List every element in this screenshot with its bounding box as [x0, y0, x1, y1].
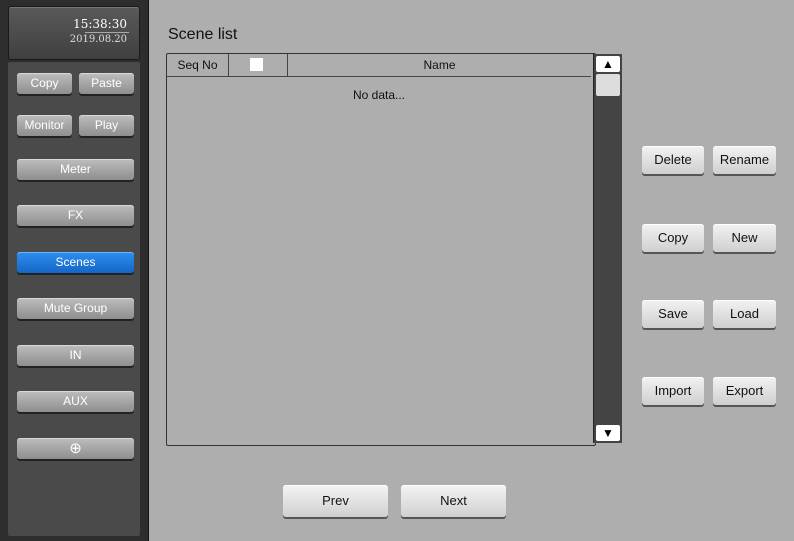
- monitor-button[interactable]: Monitor: [17, 115, 72, 136]
- main-panel: Scene list Seq No Name No data... ▲ ▼ De…: [149, 0, 794, 541]
- new-button[interactable]: New: [713, 224, 776, 252]
- page-title: Scene list: [168, 26, 238, 43]
- clock-divider: [85, 32, 129, 33]
- scroll-up-icon[interactable]: ▲: [596, 56, 620, 72]
- clock-time: 15:38:30: [73, 17, 127, 31]
- sidebar-item-mute-group[interactable]: Mute Group: [17, 298, 134, 319]
- play-button[interactable]: Play: [79, 115, 134, 136]
- rename-button[interactable]: Rename: [713, 146, 776, 174]
- save-button[interactable]: Save: [642, 300, 704, 328]
- sidebar-item-aux[interactable]: AUX: [17, 391, 134, 412]
- scene-table: Seq No Name No data... ▲ ▼: [166, 53, 622, 446]
- clock-display: 15:38:30 2019.08.20: [8, 6, 140, 60]
- empty-message: No data...: [352, 88, 406, 102]
- next-button[interactable]: Next: [401, 485, 506, 517]
- scrollbar[interactable]: ▲ ▼: [593, 54, 622, 443]
- copy-button[interactable]: Copy: [17, 73, 72, 94]
- clock-date: 2019.08.20: [69, 34, 127, 45]
- column-seq-no[interactable]: Seq No: [167, 54, 229, 76]
- sidebar-item-scenes[interactable]: Scenes: [17, 252, 134, 273]
- scroll-thumb[interactable]: [596, 74, 620, 96]
- copy-scene-button[interactable]: Copy: [642, 224, 704, 252]
- delete-button[interactable]: Delete: [642, 146, 704, 174]
- sidebar: 15:38:30 2019.08.20 Copy Paste Monitor P…: [0, 0, 149, 541]
- sidebar-panel: Copy Paste Monitor Play Meter FX Scenes …: [8, 62, 140, 536]
- scroll-down-icon[interactable]: ▼: [596, 425, 620, 441]
- select-all-checkbox[interactable]: [250, 58, 263, 71]
- import-button[interactable]: Import: [642, 377, 704, 405]
- sidebar-item-in[interactable]: IN: [17, 345, 134, 366]
- sidebar-item-meter[interactable]: Meter: [17, 159, 134, 180]
- export-button[interactable]: Export: [713, 377, 776, 405]
- table-header: Seq No Name: [167, 54, 591, 77]
- prev-button[interactable]: Prev: [283, 485, 388, 517]
- paste-button[interactable]: Paste: [79, 73, 134, 94]
- load-button[interactable]: Load: [713, 300, 776, 328]
- settings-icon[interactable]: ⊕: [17, 438, 134, 459]
- sidebar-item-fx[interactable]: FX: [17, 205, 134, 226]
- column-name[interactable]: Name: [288, 54, 591, 76]
